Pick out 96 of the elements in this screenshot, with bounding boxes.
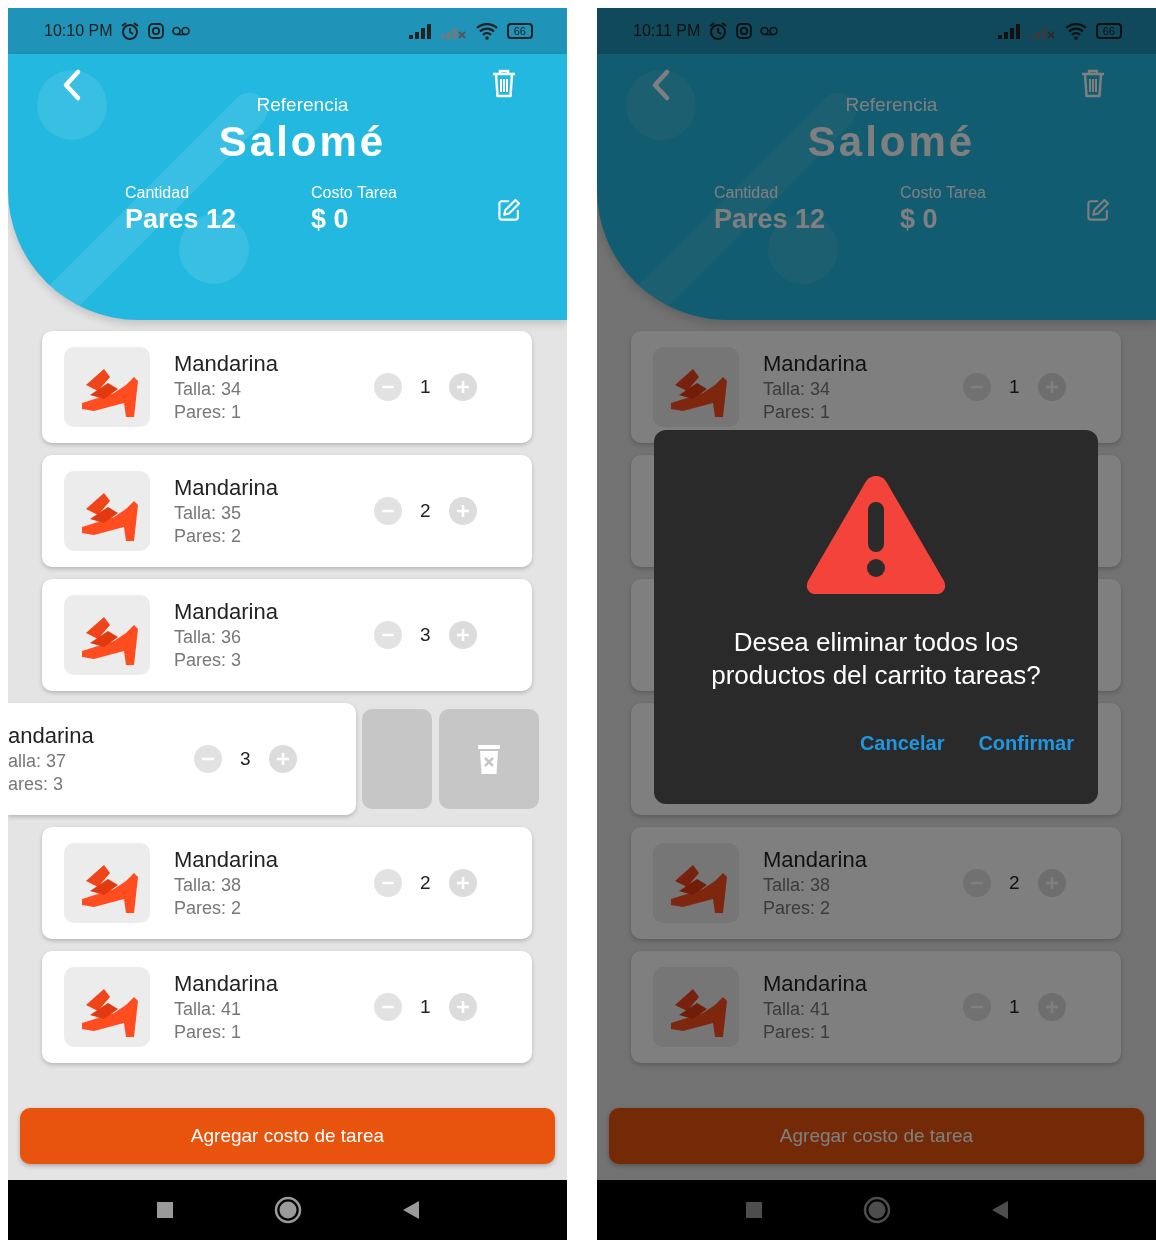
minus-icon[interactable]: [374, 621, 402, 649]
reference-label: Referencia: [845, 94, 938, 116]
size-text: Talla: 41: [763, 999, 832, 1020]
product-name: Mandarina: [763, 351, 868, 377]
trash-icon[interactable]: [1080, 68, 1106, 98]
pairs-text: Pares: 1: [174, 402, 243, 423]
product-card[interactable]: Mandarina Talla: 38 Pares: 2 2: [42, 827, 532, 939]
quantity-value: 2: [420, 872, 431, 894]
size-text: Talla: 34: [763, 379, 832, 400]
quantity-value: 2: [420, 500, 431, 522]
battery-indicator: 66: [506, 23, 533, 39]
home-icon[interactable]: [273, 1196, 302, 1224]
stat-value: Pares 12: [714, 204, 827, 235]
clock-time: 10:10 PM: [44, 22, 113, 40]
product-name: Mandarina: [174, 351, 279, 377]
minus-icon[interactable]: [374, 497, 402, 525]
size-text: Talla: 41: [174, 999, 243, 1020]
quantity-value: 2: [1009, 872, 1020, 894]
size-text: Talla: 34: [174, 379, 243, 400]
plus-icon[interactable]: [448, 993, 477, 1021]
size-text: Talla: 38: [763, 875, 832, 896]
back-triangle-icon[interactable]: [401, 1200, 420, 1220]
minus-icon[interactable]: [374, 373, 402, 401]
pairs-text: Pares: 3: [174, 650, 243, 671]
product-card[interactable]: Mandarina Talla: 38 Pares: 2 2: [631, 827, 1121, 939]
size-text: alla: 37: [8, 751, 68, 772]
stat-label: Costo Tarea: [310, 184, 398, 202]
product-card[interactable]: andarina alla: 37 ares: 3 3: [8, 703, 356, 815]
quantity-value: 3: [240, 748, 251, 770]
pairs-text: Pares: 1: [763, 1022, 832, 1043]
product-card[interactable]: Mandarina Talla: 34 Pares: 1 1: [42, 331, 532, 443]
stat-label: Cantidad: [125, 184, 191, 202]
stat-label: Cantidad: [714, 184, 780, 202]
alarm-clock-icon: [120, 21, 141, 41]
plus-icon[interactable]: [448, 373, 477, 401]
product-card[interactable]: Mandarina Talla: 35 Pares: 2 2: [42, 455, 532, 567]
stat-label: Costo Tarea: [899, 184, 987, 202]
plus-icon[interactable]: [448, 621, 477, 649]
quantity-value: 1: [1009, 996, 1020, 1018]
minus-icon[interactable]: [194, 745, 222, 773]
quantity-value: 3: [420, 624, 431, 646]
voicemail-icon: [760, 26, 779, 36]
trash-icon: [476, 742, 502, 776]
signal-icon: [408, 23, 433, 39]
pairs-text: Pares: 2: [174, 898, 243, 919]
camera-icon: [736, 23, 753, 39]
quantity-value: 1: [1009, 376, 1020, 398]
pairs-text: Pares: 1: [763, 402, 832, 423]
dialog-button[interactable]: Confirmar: [978, 732, 1074, 755]
alarm-clock-icon: [708, 21, 729, 41]
pairs-text: Pares: 2: [763, 898, 832, 919]
product-name: Mandarina: [763, 847, 868, 873]
product-name: Mandarina: [763, 971, 868, 997]
product-name: Mandarina: [174, 475, 279, 501]
delete-action[interactable]: [439, 709, 539, 809]
pairs-text: Pares: 2: [174, 526, 243, 547]
stat-value: Pares 12: [125, 204, 238, 235]
clock-time: 10:11 PM: [633, 22, 701, 40]
trash-icon[interactable]: [491, 68, 517, 98]
plus-icon[interactable]: [448, 497, 477, 525]
camera-icon: [148, 23, 165, 39]
quantity-value: 1: [420, 376, 431, 398]
plus-icon[interactable]: [268, 745, 297, 773]
quantity-value: 1: [420, 996, 431, 1018]
product-name: andarina: [8, 723, 95, 749]
product-card[interactable]: Mandarina Talla: 41 Pares: 1 1: [42, 951, 532, 1063]
stat-value: $ 0: [899, 204, 939, 235]
battery-indicator: 66: [1095, 23, 1122, 39]
wifi-icon: [474, 22, 499, 40]
minus-icon[interactable]: [374, 869, 402, 897]
product-name: Mandarina: [174, 971, 279, 997]
signal-icon: [997, 23, 1022, 39]
wifi-icon: [1063, 22, 1088, 40]
recents-icon[interactable]: [155, 1201, 174, 1219]
dialog-message: Desea eliminar todos los productos del carrito tareas?: [710, 626, 1042, 692]
dialog-button[interactable]: Cancelar: [859, 732, 945, 755]
stat-value: $ 0: [310, 204, 350, 235]
plus-icon[interactable]: [448, 869, 477, 897]
add-cost-button[interactable]: Agregar costo de tarea: [20, 1108, 555, 1164]
product-card[interactable]: Mandarina Talla: 34 Pares: 1 1: [631, 331, 1121, 443]
reference-title: Salomé: [218, 118, 387, 166]
swipe-action[interactable]: [362, 709, 432, 809]
size-text: Talla: 38: [174, 875, 243, 896]
reference-label: Referencia: [256, 94, 349, 116]
product-card[interactable]: Mandarina Talla: 36 Pares: 3 3: [42, 579, 532, 691]
reference-title: Salomé: [807, 118, 976, 166]
pairs-text: ares: 3: [8, 774, 65, 795]
add-cost-button[interactable]: Agregar costo de tarea: [609, 1108, 1144, 1164]
product-card[interactable]: Mandarina Talla: 41 Pares: 1 1: [631, 951, 1121, 1063]
product-name: Mandarina: [174, 847, 279, 873]
voicemail-icon: [172, 26, 191, 36]
size-text: Talla: 35: [174, 503, 243, 524]
product-name: Mandarina: [174, 599, 279, 625]
minus-icon[interactable]: [374, 993, 402, 1021]
size-text: Talla: 36: [174, 627, 243, 648]
pairs-text: Pares: 1: [174, 1022, 243, 1043]
